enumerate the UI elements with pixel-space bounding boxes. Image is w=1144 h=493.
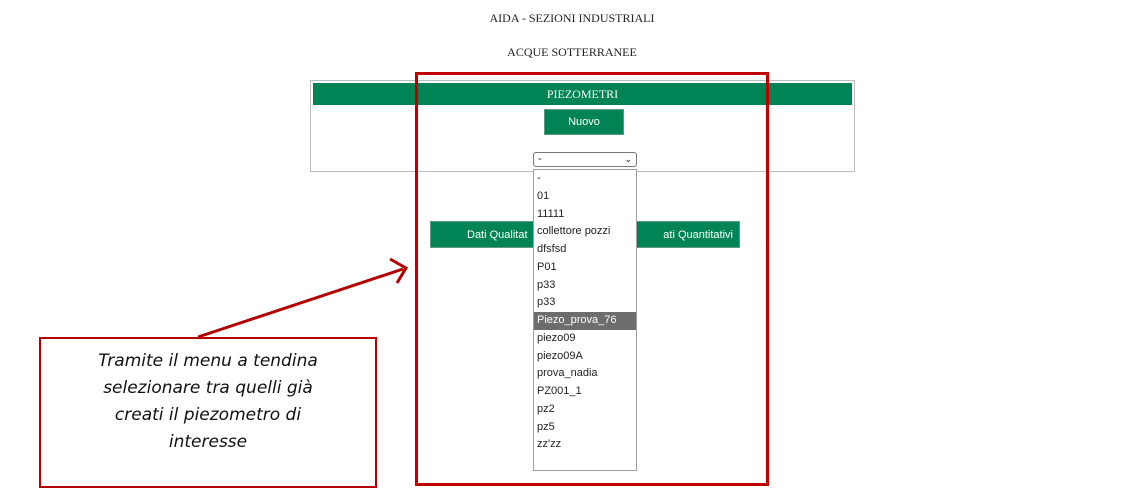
- callout-line: creati il piezometro di: [114, 405, 302, 425]
- callout-line: selezionare tra quelli già: [103, 378, 313, 398]
- callout-line: interesse: [168, 432, 248, 452]
- callout-line: Tramite il menu a tendina: [98, 351, 318, 371]
- annotation-callout: Tramite il menu a tendina selezionare tr…: [39, 337, 377, 488]
